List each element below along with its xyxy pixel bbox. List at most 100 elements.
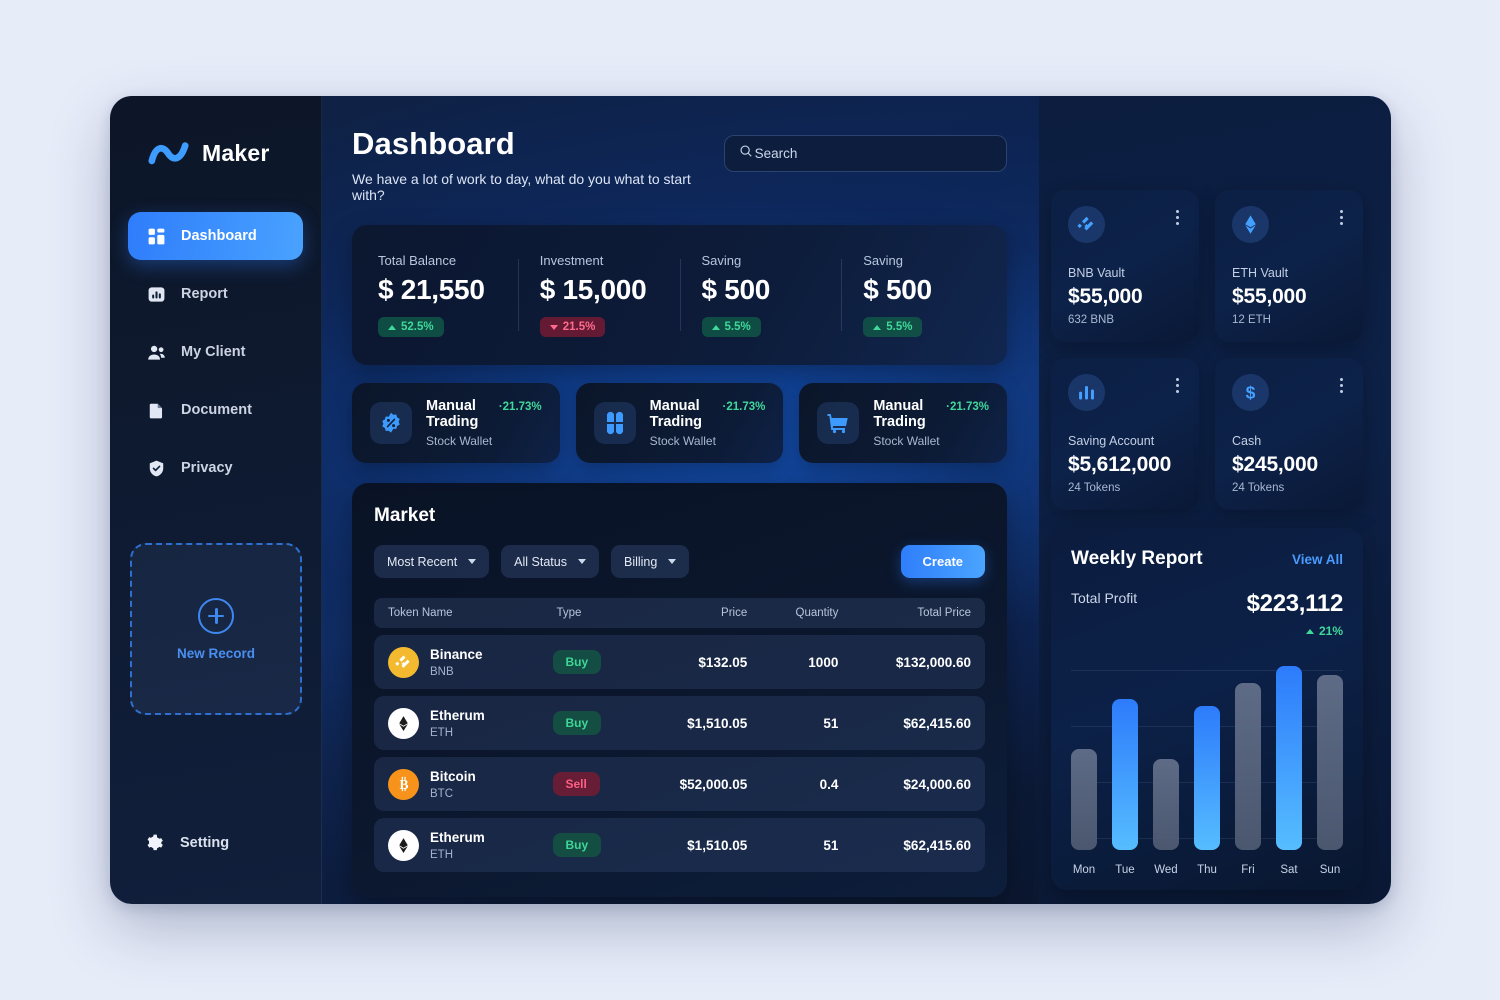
type-cell: Sell xyxy=(534,757,639,811)
more-options-icon[interactable] xyxy=(1337,206,1346,229)
stat-delta-value: 5.5% xyxy=(886,321,913,333)
vault-card-bnb[interactable]: BNB Vault $55,000 632 BNB xyxy=(1051,190,1199,342)
table-row[interactable]: Etherum ETH Buy $1,510.05 51 $62,415.60 xyxy=(374,818,985,872)
page-title: Dashboard xyxy=(352,126,515,161)
vault-card-cash[interactable]: $ Cash $245,000 24 Tokens xyxy=(1215,358,1363,510)
users-icon xyxy=(147,343,166,362)
trading-card-pct: ·21.73% xyxy=(946,401,990,413)
stat-investment: Investment $ 15,000 21.5% xyxy=(517,253,680,337)
sidebar-item-my-client[interactable]: My Client xyxy=(128,328,303,376)
sidebar-item-document[interactable]: Document xyxy=(128,386,303,434)
vault-sub: 24 Tokens xyxy=(1232,482,1285,494)
stat-label: Saving xyxy=(863,253,903,268)
trading-card-pct: ·21.73% xyxy=(722,401,766,413)
more-options-icon[interactable] xyxy=(1173,374,1182,397)
stat-delta-value: 21.5% xyxy=(562,321,596,333)
sidebar-item-dashboard[interactable]: Dashboard xyxy=(128,212,303,260)
stat-delta-value: 5.5% xyxy=(724,321,751,333)
token-symbol: BTC xyxy=(430,788,453,800)
stat-saving-2: Saving $ 500 5.5% xyxy=(841,253,1003,337)
ethereum-logo-icon xyxy=(388,707,419,739)
new-record-button[interactable]: New Record xyxy=(130,543,302,715)
vault-value: $55,000 xyxy=(1232,285,1307,308)
vault-card-saving-account[interactable]: Saving Account $5,612,000 24 Tokens xyxy=(1051,358,1199,510)
binance-logo-icon xyxy=(388,646,419,678)
trading-card-3[interactable]: Manual Trading ·21.73% Stock Wallet xyxy=(799,383,1008,463)
column-quantity: Quantity xyxy=(761,598,853,628)
x-tick-label: Sun xyxy=(1319,864,1341,876)
stat-delta-value: 52.5% xyxy=(401,321,434,333)
bar-column-thu xyxy=(1194,656,1220,850)
trading-card-2[interactable]: Manual Trading ·21.73% Stock Wallet xyxy=(575,383,784,463)
status-badge: Buy xyxy=(552,833,602,857)
stat-value: $ 15,000 xyxy=(539,274,647,305)
trading-card-text: Manual Trading ·21.73% Stock Wallet xyxy=(426,398,542,448)
stat-delta-badge: 5.5% xyxy=(701,317,761,337)
chevron-down-icon xyxy=(668,559,677,564)
table-row[interactable]: Binance BNB Buy $132.05 1000 $132,000.60 xyxy=(374,635,985,689)
filter-billing[interactable]: Billing xyxy=(610,545,690,578)
token-cell: B Bitcoin BTC xyxy=(374,757,535,811)
profit-delta: 21% xyxy=(1247,624,1343,638)
weekly-report-card: Weekly Report View All Total Profit $223… xyxy=(1051,528,1363,890)
table-row[interactable]: Etherum ETH Buy $1,510.05 51 $62,415.60 xyxy=(374,696,985,750)
sidebar-item-label: Document xyxy=(181,402,252,418)
stat-delta-badge: 5.5% xyxy=(863,317,923,337)
type-cell: Buy xyxy=(534,635,639,689)
grid-icon xyxy=(147,227,166,246)
filter-most-recent[interactable]: Most Recent xyxy=(374,545,490,578)
trading-card-pct: ·21.73% xyxy=(498,401,542,413)
x-tick-label: Fri xyxy=(1241,864,1255,876)
page-subtitle: We have a lot of work to day, what do yo… xyxy=(352,171,691,203)
vault-card-eth[interactable]: ETH Vault $55,000 12 ETH xyxy=(1215,190,1363,342)
vault-value: $55,000 xyxy=(1068,285,1143,308)
type-cell: Buy xyxy=(534,696,639,750)
filter-label: Billing xyxy=(623,554,658,569)
trading-cards-row: Manual Trading ·21.73% Stock Wallet Manu… xyxy=(352,383,1008,463)
token-symbol: ETH xyxy=(430,727,453,739)
triangle-up-icon xyxy=(873,324,882,330)
sidebar-item-privacy[interactable]: Privacy xyxy=(128,444,303,492)
vault-sub: 12 ETH xyxy=(1232,314,1271,326)
sidebar: Maker Dashboard Report My Client Documen… xyxy=(110,96,322,904)
weekly-report-title: Weekly Report xyxy=(1071,548,1203,569)
brand: Maker xyxy=(110,96,321,168)
document-icon xyxy=(147,401,166,420)
bar-column-fri xyxy=(1235,656,1261,850)
bar-column-sun xyxy=(1317,656,1343,850)
x-tick-label: Wed xyxy=(1154,864,1178,876)
quantity-cell: 51 xyxy=(761,696,853,750)
svg-text:B: B xyxy=(399,777,408,792)
x-tick-label: Thu xyxy=(1197,864,1217,876)
right-rail: BNB Vault $55,000 632 BNB ETH Vault $55,… xyxy=(1039,96,1391,904)
vault-name: Cash xyxy=(1232,434,1262,448)
vault-value: $245,000 xyxy=(1232,453,1318,476)
filter-all-status[interactable]: All Status xyxy=(501,545,599,578)
market-table: Token Name Type Price Quantity Total Pri… xyxy=(374,591,985,879)
total-profit-value: $223,112 xyxy=(1246,590,1344,617)
market-title: Market xyxy=(374,505,436,526)
column-token-name: Token Name xyxy=(374,598,535,628)
more-options-icon[interactable] xyxy=(1337,374,1346,397)
token-cell: Binance BNB xyxy=(374,635,535,689)
total-profit-label: Total Profit xyxy=(1071,590,1138,606)
total-price-cell: $24,000.60 xyxy=(852,757,985,811)
stat-saving-1: Saving $ 500 5.5% xyxy=(679,253,842,337)
token-name: Etherum xyxy=(430,830,485,845)
search-input[interactable]: Search xyxy=(723,135,1007,172)
create-button[interactable]: Create xyxy=(900,545,985,578)
sidebar-item-report[interactable]: Report xyxy=(128,270,303,318)
quantity-cell: 0.4 xyxy=(761,757,853,811)
view-all-link[interactable]: View All xyxy=(1292,552,1343,567)
filter-label: All Status xyxy=(514,554,567,569)
trading-card-1[interactable]: Manual Trading ·21.73% Stock Wallet xyxy=(352,383,560,463)
table-row[interactable]: B Bitcoin BTC Sell $52,000.05 0.4 $24,00… xyxy=(374,757,985,811)
stat-value: $ 21,550 xyxy=(378,274,485,305)
sidebar-item-setting[interactable]: Setting xyxy=(146,833,229,852)
binance-logo-icon xyxy=(1068,206,1105,243)
vault-value: $5,612,000 xyxy=(1068,453,1172,476)
trading-card-sub: Stock Wallet xyxy=(426,434,493,448)
more-options-icon[interactable] xyxy=(1173,206,1182,229)
trading-card-sub: Stock Wallet xyxy=(649,434,716,448)
quantity-cell: 1000 xyxy=(761,635,853,689)
